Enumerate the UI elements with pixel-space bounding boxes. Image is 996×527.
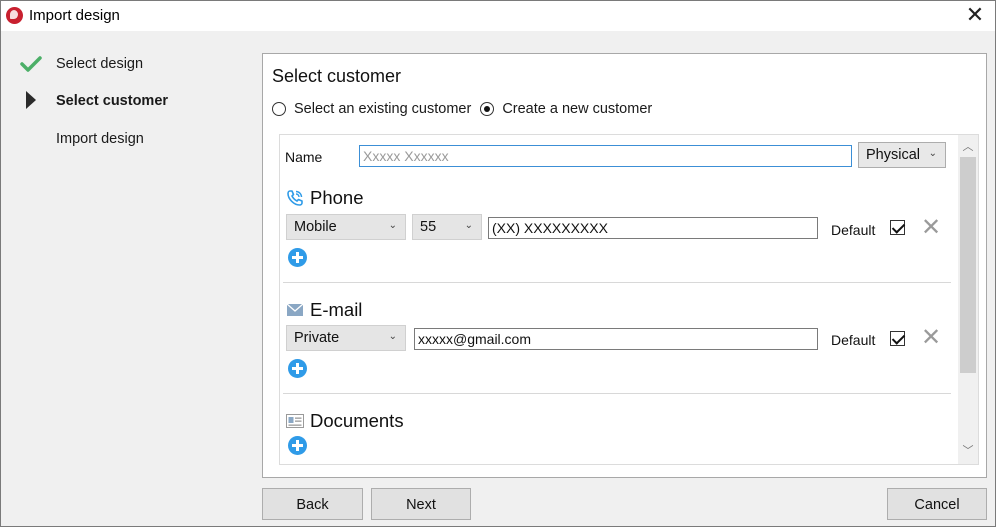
- phone-default-label: Default: [831, 222, 876, 238]
- email-section-header: E-mail: [286, 299, 362, 321]
- app-logo-icon: [6, 7, 23, 24]
- phone-icon: [286, 189, 304, 207]
- step-import-design: Import design: [56, 131, 144, 147]
- email-type-select[interactable]: Private ⌄: [286, 325, 406, 351]
- person-type-select[interactable]: Physical ⌄: [858, 142, 946, 168]
- radio-existing-customer-label[interactable]: Select an existing customer: [294, 101, 471, 117]
- chevron-down-icon: ⌄: [388, 331, 397, 342]
- add-email-button[interactable]: [288, 359, 307, 378]
- customer-form: Name Physical ⌄ Phone Mobile ⌄: [279, 134, 979, 465]
- scroll-down-icon[interactable]: ﹀: [958, 441, 978, 461]
- panel-title: Select customer: [272, 66, 402, 86]
- select-customer-panel: Select customer Select an existing custo…: [262, 53, 987, 478]
- country-code-value: 55: [420, 219, 437, 235]
- phone-type-value: Mobile: [294, 219, 337, 235]
- name-input[interactable]: [359, 145, 852, 167]
- email-type-value: Private: [294, 330, 340, 346]
- chevron-down-icon: ⌄: [928, 148, 937, 159]
- section-divider: [283, 282, 951, 283]
- email-default-checkbox[interactable]: [890, 331, 905, 346]
- email-default-label: Default: [831, 332, 876, 348]
- section-divider: [283, 393, 951, 394]
- back-button[interactable]: Back: [262, 488, 363, 520]
- documents-section-header: Documents: [286, 410, 404, 432]
- chevron-down-icon: ⌄: [464, 220, 473, 231]
- delete-phone-button[interactable]: ✕: [921, 216, 941, 240]
- scroll-thumb[interactable]: [960, 157, 976, 373]
- phone-default-checkbox[interactable]: [890, 220, 905, 235]
- documents-section-title: Documents: [310, 410, 404, 431]
- checkmark-icon: [20, 56, 42, 72]
- add-document-button[interactable]: [288, 436, 307, 455]
- person-type-value: Physical: [866, 147, 920, 163]
- phone-type-select[interactable]: Mobile ⌄: [286, 214, 406, 240]
- step-select-design: Select design: [56, 56, 144, 72]
- email-address-input[interactable]: [414, 328, 818, 350]
- next-button[interactable]: Next: [371, 488, 471, 520]
- customer-mode-radios: Select an existing customer Create a new…: [272, 101, 661, 117]
- envelope-icon: [286, 303, 304, 317]
- cancel-button[interactable]: Cancel: [887, 488, 987, 520]
- id-card-icon: [286, 414, 304, 428]
- title-bar: Import design ✕: [1, 1, 995, 31]
- phone-number-input[interactable]: [488, 217, 818, 239]
- name-label: Name: [285, 149, 323, 165]
- window-title: Import design: [29, 7, 120, 24]
- phone-section-header: Phone: [286, 187, 364, 209]
- step-select-customer: Select customer: [56, 93, 169, 109]
- radio-existing-customer[interactable]: [272, 102, 286, 116]
- scroll-up-icon[interactable]: ︿: [958, 137, 978, 157]
- phone-section-title: Phone: [310, 187, 364, 208]
- chevron-down-icon: ⌄: [388, 220, 397, 231]
- close-window-button[interactable]: ✕: [963, 4, 987, 28]
- country-code-select[interactable]: 55 ⌄: [412, 214, 482, 240]
- add-phone-button[interactable]: [288, 248, 307, 267]
- email-section-title: E-mail: [310, 299, 363, 320]
- radio-new-customer[interactable]: [480, 102, 495, 116]
- import-design-dialog: Import design ✕ Select design Select cus…: [0, 0, 996, 527]
- arrow-right-icon: [26, 91, 36, 109]
- form-scrollbar[interactable]: ︿ ﹀: [958, 135, 978, 464]
- delete-email-button[interactable]: ✕: [921, 326, 941, 350]
- radio-new-customer-label[interactable]: Create a new customer: [502, 101, 652, 117]
